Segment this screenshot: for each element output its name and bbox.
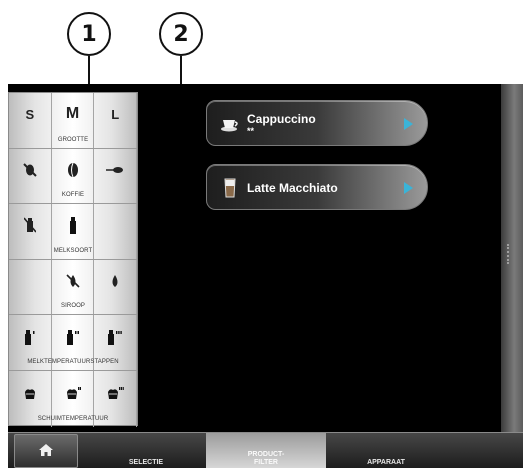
callout-1: 1 (67, 12, 111, 56)
filter-row-melksoort: MELKSOORT (9, 204, 138, 260)
filter-row-grootte: S M L GROOTTE (9, 93, 138, 149)
tab-label-line2: FILTER (254, 459, 278, 466)
filter-row-koffie: KOFFIE (9, 148, 138, 205)
no-milk-icon (23, 217, 36, 234)
milk-bottle-icon (68, 216, 78, 235)
filter-row-label: MELKSOORT (53, 247, 93, 254)
product-name: Latte Macchiato (247, 181, 338, 195)
machine-screen: S M L GROOTTE KOFFIE MELKSOORT SIROOP ME… (8, 84, 523, 468)
filter-row-melktemperatuur: MELKTEMPERATUURSTAPPEN (9, 315, 138, 371)
scroll-grip[interactable] (507, 244, 517, 264)
tab-product-filter[interactable]: PRODUCT- FILTER (206, 433, 326, 468)
foam-temp-1-icon (23, 386, 37, 400)
play-arrow-icon (404, 118, 413, 130)
product-strength: ** (247, 126, 255, 136)
scroll-edge[interactable] (501, 84, 523, 432)
milk-temp-2-icon (66, 329, 80, 345)
syrup-drop-icon (110, 274, 120, 288)
foam-temp-3-icon (106, 386, 124, 400)
home-icon (39, 444, 53, 458)
product-name: Cappuccino (247, 112, 316, 126)
cup-icon (219, 113, 241, 135)
milk-temp-1-icon (24, 329, 36, 345)
product-latte-macchiato-button[interactable]: Latte Macchiato (206, 164, 428, 210)
filter-row-label: GROOTTE (57, 136, 89, 143)
filter-row-label: KOFFIE (61, 192, 85, 199)
callout-2: 2 (159, 12, 203, 56)
tab-selectie[interactable]: SELECTIE (86, 433, 206, 468)
milk-temp-3-icon (107, 329, 123, 345)
no-coffee-icon (23, 163, 37, 177)
home-button[interactable] (14, 434, 78, 468)
filter-row-label: MELKTEMPERATUURSTAPPEN (27, 358, 119, 365)
product-cappuccino-button[interactable]: Cappuccino ** (206, 100, 428, 146)
no-syrup-icon (65, 274, 80, 288)
filter-row-schuimtemperatuur: SCHUIMTEMPERATUUR (9, 370, 138, 427)
filter-panel: S M L GROOTTE KOFFIE MELKSOORT SIROOP ME… (8, 92, 138, 427)
filter-row-siroop: SIROOP (9, 259, 138, 316)
bottom-nav: SELECTIE PRODUCT- FILTER APPARAAT (8, 432, 523, 468)
foam-temp-2-icon (65, 386, 81, 400)
tab-apparaat[interactable]: APPARAAT (326, 433, 446, 468)
coffee-spoon-icon (106, 165, 124, 175)
filter-row-label: SIROOP (61, 303, 85, 310)
glass-icon (219, 177, 241, 199)
tab-label-line1: PRODUCT- (247, 451, 285, 458)
play-arrow-icon (404, 182, 413, 194)
coffee-bean-icon (66, 162, 80, 178)
filter-row-label: SCHUIMTEMPERATUUR (37, 415, 109, 422)
